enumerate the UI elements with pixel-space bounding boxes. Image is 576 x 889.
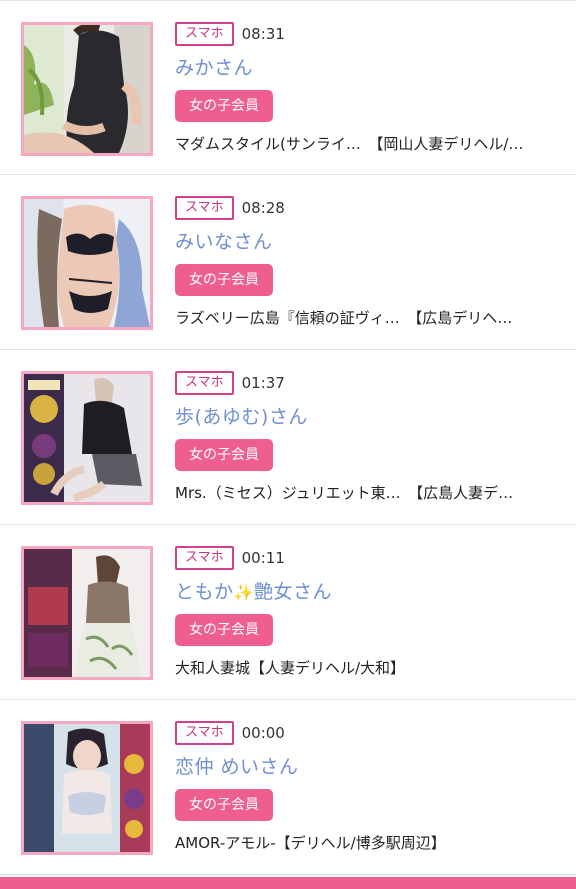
login-time: 01:37: [241, 374, 285, 392]
woman-lingerie-photo-icon: [24, 199, 150, 327]
member-type-badge: 女の子会員: [175, 439, 273, 471]
device-badge: スマホ: [175, 22, 234, 46]
list-item[interactable]: スマホ 01:37 歩(あゆむ)さん 女の子会員 Mrs.（ミセス）ジュリエット…: [0, 350, 576, 525]
login-time: 00:00: [241, 724, 285, 742]
woman-black-dress-photo-icon: [24, 25, 150, 153]
device-badge: スマホ: [175, 196, 234, 220]
shop-name: Mrs.（ミセス）ジュリエット東… 【広島人妻デ…: [175, 484, 514, 502]
member-name-prefix: ともか: [175, 581, 234, 603]
member-name-link[interactable]: ともか✨艶女さん: [175, 579, 566, 605]
bottom-accent-bar: [0, 877, 576, 889]
woman-floral-skirt-photo-icon: [24, 549, 150, 677]
list-item[interactable]: スマホ 08:31 みかさん 女の子会員 マダムスタイル(サンライ… 【岡山人妻…: [0, 0, 576, 175]
profile-thumbnail[interactable]: [21, 371, 153, 505]
shop-name: ラズベリー広島『信頼の証ヴィ… 【広島デリヘ…: [175, 309, 513, 327]
list-item[interactable]: スマホ 08:28 みいなさん 女の子会員 ラズベリー広島『信頼の証ヴィ… 【広…: [0, 175, 576, 350]
sparkle-icon: ✨: [233, 583, 254, 602]
member-name-link[interactable]: みかさん: [175, 55, 566, 81]
member-list: スマホ 08:31 みかさん 女の子会員 マダムスタイル(サンライ… 【岡山人妻…: [0, 0, 576, 875]
profile-thumbnail[interactable]: [21, 546, 153, 680]
shop-name: AMOR-アモル-【デリヘル/博多駅周辺】: [175, 834, 446, 852]
list-item[interactable]: スマホ 00:00 恋仲 めいさん 女の子会員 AMOR-アモル-【デリヘル/博…: [0, 700, 576, 875]
device-badge: スマホ: [175, 721, 234, 745]
profile-thumbnail[interactable]: [21, 22, 153, 156]
member-name-suffix: 艶女さん: [253, 581, 332, 603]
member-type-badge: 女の子会員: [175, 90, 273, 122]
member-type-badge: 女の子会員: [175, 614, 273, 646]
member-type-badge: 女の子会員: [175, 264, 273, 296]
device-badge: スマホ: [175, 371, 234, 395]
login-time: 08:31: [241, 25, 285, 43]
member-name-link[interactable]: 歩(あゆむ)さん: [175, 404, 566, 430]
profile-thumbnail[interactable]: [21, 721, 153, 855]
shop-name: 大和人妻城【人妻デリヘル/大和】: [175, 659, 406, 677]
member-name-link[interactable]: みいなさん: [175, 229, 566, 255]
woman-sitting-photo-icon: [24, 374, 150, 502]
shop-name: マダムスタイル(サンライ… 【岡山人妻デリヘル/…: [175, 135, 524, 153]
profile-thumbnail[interactable]: [21, 196, 153, 330]
login-time: 00:11: [241, 549, 285, 567]
member-name-link[interactable]: 恋仲 めいさん: [175, 754, 566, 780]
member-type-badge: 女の子会員: [175, 789, 273, 821]
login-time: 08:28: [241, 199, 285, 217]
woman-promo-photo-icon: [24, 724, 150, 852]
list-item[interactable]: スマホ 00:11 ともか✨艶女さん 女の子会員 大和人妻城【人妻デリヘル/大和…: [0, 525, 576, 700]
device-badge: スマホ: [175, 546, 234, 570]
